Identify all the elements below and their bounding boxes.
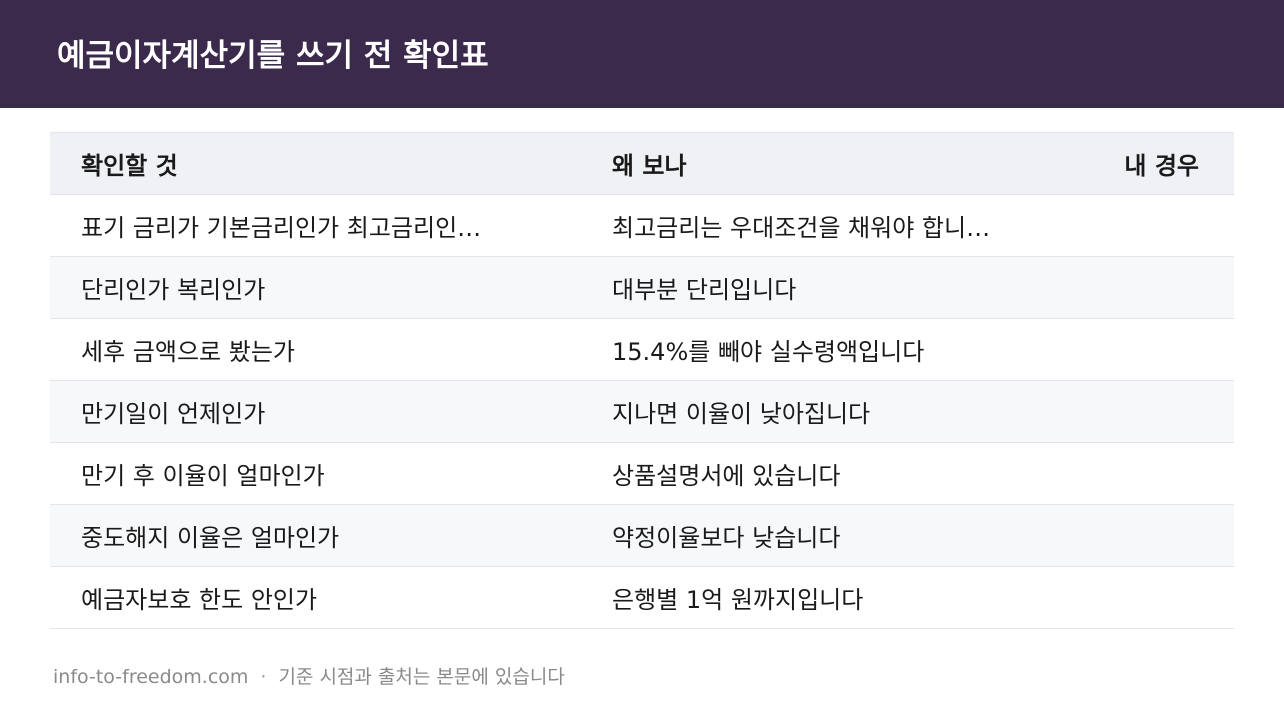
table-row: 세후 금액으로 봤는가 15.4%를 빼야 실수령액입니다 (50, 319, 1234, 381)
footer-site: info-to-freedom.com (53, 666, 249, 688)
row-reason-cell: 은행별 1억 원까지입니다 (612, 586, 864, 614)
page-footer: info-to-freedom.com · 기준 시점과 출처는 본문에 있습니다 (53, 664, 565, 690)
row-reason-cell: 최고금리는 우대조건을 채워야 합니… (612, 214, 991, 242)
row-item-cell: 단리인가 복리인가 (81, 276, 266, 304)
table-row: 만기일이 언제인가 지나면 이율이 낮아집니다 (50, 381, 1234, 443)
table-row: 예금자보호 한도 안인가 은행별 1억 원까지입니다 (50, 567, 1234, 629)
table-row: 중도해지 이율은 얼마인가 약정이율보다 낮습니다 (50, 505, 1234, 567)
row-mine-cell (1079, 381, 1199, 442)
table-header-row: 확인할 것 왜 보나 내 경우 (50, 132, 1234, 195)
footer-separator: · (260, 666, 267, 688)
row-mine-cell (1079, 443, 1199, 504)
column-header-reason: 왜 보나 (612, 152, 687, 180)
column-header-mine: 내 경우 (1124, 152, 1199, 180)
page-header: 예금이자계산기를 쓰기 전 확인표 (0, 0, 1284, 108)
row-reason-cell: 상품설명서에 있습니다 (612, 462, 841, 490)
row-mine-cell (1079, 257, 1199, 318)
table-row: 표기 금리가 기본금리인가 최고금리인… 최고금리는 우대조건을 채워야 합니… (50, 195, 1234, 257)
table-row: 만기 후 이율이 얼마인가 상품설명서에 있습니다 (50, 443, 1234, 505)
row-reason-cell: 15.4%를 빼야 실수령액입니다 (612, 338, 925, 366)
row-item-cell: 예금자보호 한도 안인가 (81, 586, 318, 614)
row-item-cell: 세후 금액으로 봤는가 (81, 338, 295, 366)
row-reason-cell: 지나면 이율이 낮아집니다 (612, 400, 871, 428)
footer-note: 기준 시점과 출처는 본문에 있습니다 (278, 666, 565, 688)
row-item-cell: 표기 금리가 기본금리인가 최고금리인… (81, 214, 482, 242)
column-header-item: 확인할 것 (81, 152, 178, 180)
row-reason-cell: 대부분 단리입니다 (612, 276, 797, 304)
row-item-cell: 만기 후 이율이 얼마인가 (81, 462, 325, 490)
page-title: 예금이자계산기를 쓰기 전 확인표 (57, 38, 489, 74)
checklist-table: 확인할 것 왜 보나 내 경우 표기 금리가 기본금리인가 최고금리인… 최고금… (50, 132, 1234, 629)
row-mine-cell (1079, 319, 1199, 380)
row-item-cell: 만기일이 언제인가 (81, 400, 266, 428)
row-mine-cell (1079, 195, 1199, 256)
table-row: 단리인가 복리인가 대부분 단리입니다 (50, 257, 1234, 319)
row-item-cell: 중도해지 이율은 얼마인가 (81, 524, 340, 552)
row-mine-cell (1079, 567, 1199, 628)
row-reason-cell: 약정이율보다 낮습니다 (612, 524, 841, 552)
row-mine-cell (1079, 505, 1199, 566)
